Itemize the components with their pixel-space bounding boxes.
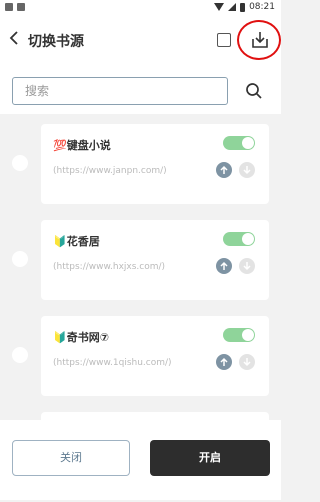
download-tray-icon (252, 32, 268, 48)
signal-icon (228, 3, 237, 11)
source-name: 🔰花香居 (53, 235, 100, 248)
search-bar: 搜索 (0, 66, 281, 114)
arrow-up-icon (220, 165, 228, 174)
arrow-up-icon (220, 261, 228, 270)
arrow-up-icon (220, 357, 228, 366)
source-card[interactable]: 🔰奇书网⑦ (https://www.1qishu.com/) (41, 316, 269, 396)
source-card[interactable]: 💯键盘小说 (https://www.janpn.com/) (41, 124, 269, 204)
search-icon (246, 83, 262, 99)
arrow-down-icon (243, 166, 251, 175)
move-down-button[interactable] (239, 258, 255, 274)
select-radio[interactable] (12, 347, 28, 363)
page-title: 切换书源 (28, 34, 84, 50)
select-radio[interactable] (12, 155, 28, 171)
import-source-button[interactable] (250, 30, 270, 50)
status-bar: 08:21 (0, 0, 281, 16)
arrow-down-icon (243, 358, 251, 367)
enable-toggle[interactable] (223, 136, 255, 150)
source-list: 💯键盘小说 (https://www.janpn.com/) 🔰花香居 (htt… (0, 114, 281, 432)
chevron-left-icon (9, 31, 18, 45)
close-button[interactable]: 关闭 (12, 440, 130, 476)
list-item: 🔰花香居 (https://www.hxjxs.com/) (0, 210, 281, 310)
move-up-button[interactable] (216, 354, 232, 370)
search-button[interactable] (245, 82, 263, 100)
back-button[interactable] (9, 30, 23, 50)
app-header: 切换书源 (0, 16, 281, 66)
source-url: (https://www.hxjxs.com/) (53, 262, 166, 272)
source-name: 💯键盘小说 (53, 139, 111, 152)
source-url: (https://www.janpn.com/) (53, 166, 167, 176)
move-down-button[interactable] (239, 354, 255, 370)
wifi-icon (214, 3, 225, 11)
arrow-down-icon (243, 262, 251, 271)
move-up-button[interactable] (216, 258, 232, 274)
notification-icon (5, 3, 13, 11)
source-card[interactable]: 🔰花香居 (https://www.hxjxs.com/) (41, 220, 269, 300)
list-item: 💯键盘小说 (https://www.janpn.com/) (0, 114, 281, 214)
enable-button[interactable]: 开启 (150, 440, 270, 476)
select-all-checkbox[interactable] (217, 33, 231, 47)
battery-icon (240, 2, 246, 12)
bottom-action-bar: 关闭 开启 (0, 420, 281, 500)
search-input[interactable]: 搜索 (12, 77, 228, 105)
move-down-button[interactable] (239, 162, 255, 178)
list-item: 🔰奇书网⑦ (https://www.1qishu.com/) (0, 306, 281, 406)
select-radio[interactable] (12, 251, 28, 267)
notification-icons (5, 3, 25, 11)
toggle-knob (242, 137, 254, 149)
system-icons: 08:21 (214, 2, 275, 12)
enable-toggle[interactable] (223, 328, 255, 342)
source-url: (https://www.1qishu.com/) (53, 358, 172, 368)
toggle-knob (242, 329, 254, 341)
enable-toggle[interactable] (223, 232, 255, 246)
move-up-button[interactable] (216, 162, 232, 178)
status-time: 08:21 (249, 2, 275, 12)
source-name: 🔰奇书网⑦ (53, 331, 110, 344)
toggle-knob (242, 233, 254, 245)
notification-icon (17, 3, 25, 11)
